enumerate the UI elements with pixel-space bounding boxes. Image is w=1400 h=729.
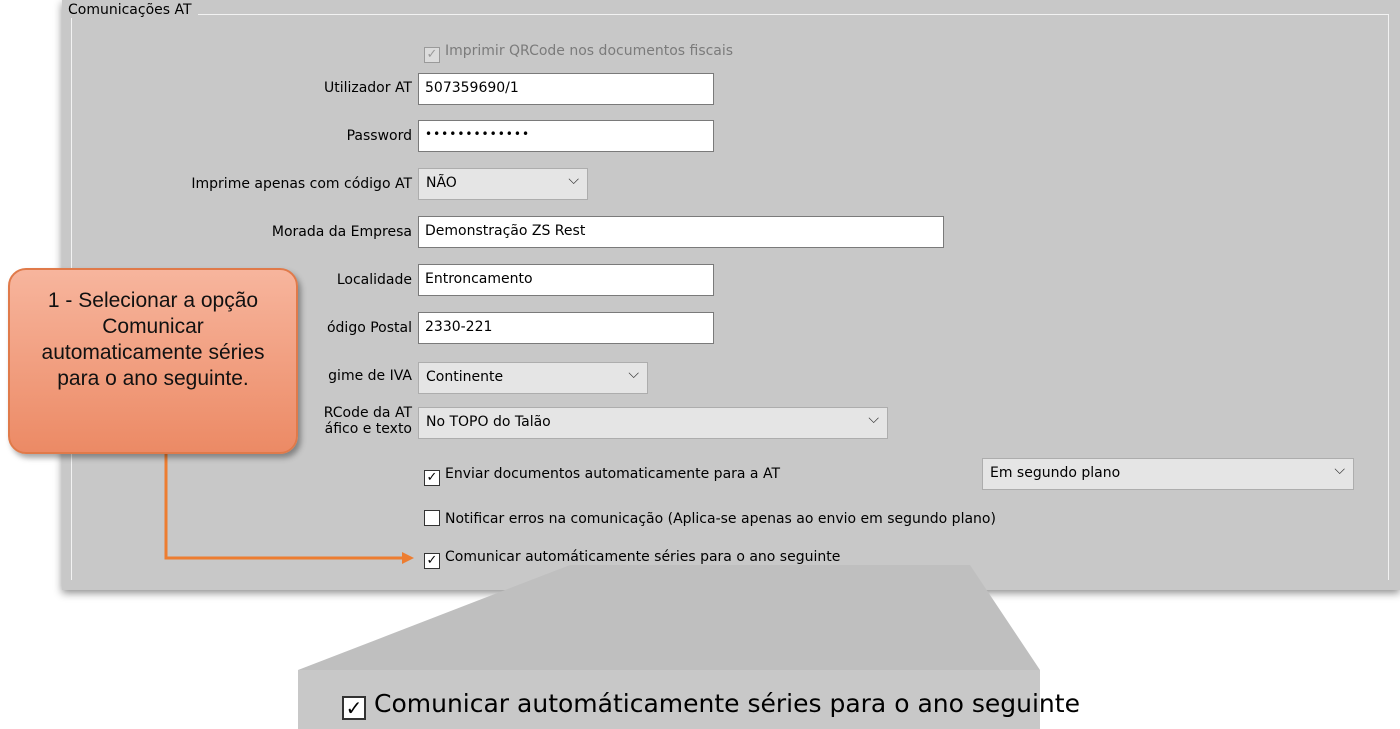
callout-text: 1 - Selecionar a opção Comunicar automat… bbox=[41, 289, 265, 390]
zoom-trapezoid bbox=[298, 565, 1040, 670]
callout-bubble: 1 - Selecionar a opção Comunicar automat… bbox=[8, 268, 298, 454]
arrow-head-icon bbox=[402, 552, 414, 564]
callout-connector bbox=[164, 450, 402, 560]
zoom-detail: ✓ Comunicar automáticamente séries para o… bbox=[342, 689, 1080, 720]
zoom-label: Comunicar automáticamente séries para o … bbox=[374, 689, 1080, 718]
check-icon: ✓ bbox=[342, 696, 366, 720]
